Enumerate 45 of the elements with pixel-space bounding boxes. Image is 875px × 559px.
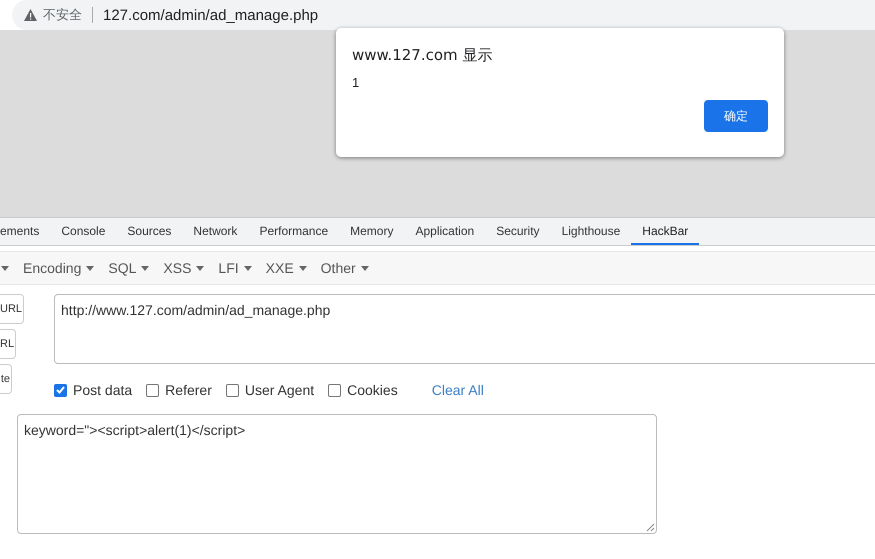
caret-icon bbox=[244, 266, 252, 270]
devtools-tab[interactable]: Console bbox=[50, 218, 116, 245]
checkbox[interactable] bbox=[54, 384, 68, 396]
caret-icon bbox=[298, 266, 307, 270]
checkbox[interactable] bbox=[146, 384, 160, 396]
devtools-tab[interactable]: Lighthouse bbox=[550, 218, 632, 245]
devtools-tab[interactable]: Performance bbox=[248, 218, 340, 245]
caret-icon bbox=[360, 266, 369, 270]
checkbox-label: Referer bbox=[165, 382, 212, 398]
devtools-tab[interactable]: Sources bbox=[116, 218, 182, 245]
caret-icon bbox=[86, 266, 94, 270]
address-bar[interactable]: 不安全 127.com/admin/ad_manage.php bbox=[12, 0, 875, 30]
devtools-tab[interactable]: Memory bbox=[339, 218, 404, 245]
address-url: 127.com/admin/ad_manage.php bbox=[103, 6, 318, 24]
menu-dropdown[interactable]: XSS bbox=[163, 260, 204, 276]
menu-dropdown[interactable]: XXE bbox=[266, 260, 307, 276]
checkbox[interactable] bbox=[226, 384, 239, 396]
menu-dropdown[interactable]: Other bbox=[320, 260, 369, 276]
post-data-field[interactable]: keyword="><script>alert(1)</script> bbox=[17, 414, 657, 534]
caret-icon bbox=[141, 266, 150, 270]
checkbox-label: Post data bbox=[73, 382, 132, 398]
checkbox-label: Cookies bbox=[347, 382, 398, 398]
warning-icon bbox=[24, 9, 37, 21]
ok-button[interactable]: 确定 bbox=[704, 100, 768, 132]
caret-icon bbox=[196, 266, 204, 270]
side-button[interactable]: RL bbox=[0, 329, 16, 359]
url-field[interactable]: http://www.127.com/admin/ad_manage.php bbox=[54, 294, 875, 364]
checkbox-label: User Agent bbox=[244, 382, 314, 398]
dialog-title: www.127.com 显示 bbox=[352, 46, 492, 65]
menu-dropdown[interactable]: LFI bbox=[218, 260, 252, 276]
devtools-tab[interactable]: Security bbox=[485, 218, 551, 245]
checkbox[interactable] bbox=[328, 384, 342, 396]
menu-dropdown[interactable]: Encoding bbox=[23, 260, 94, 276]
caret-icon bbox=[1, 266, 9, 270]
clear-all-link[interactable]: Clear All bbox=[432, 382, 484, 398]
resize-grip-icon bbox=[646, 523, 655, 532]
devtools-tab[interactable]: Application bbox=[404, 218, 486, 245]
security-label: 不安全 bbox=[43, 7, 82, 24]
devtools-tab[interactable]: Network bbox=[182, 218, 248, 245]
devtools-tab[interactable]: ements bbox=[0, 218, 50, 245]
side-button[interactable]: URL bbox=[0, 294, 24, 324]
dialog-message: 1 bbox=[352, 75, 360, 90]
side-button[interactable]: te bbox=[0, 364, 12, 394]
devtools-tab[interactable]: HackBar bbox=[631, 218, 700, 245]
menu-dropdown[interactable]: SQL bbox=[108, 260, 150, 276]
